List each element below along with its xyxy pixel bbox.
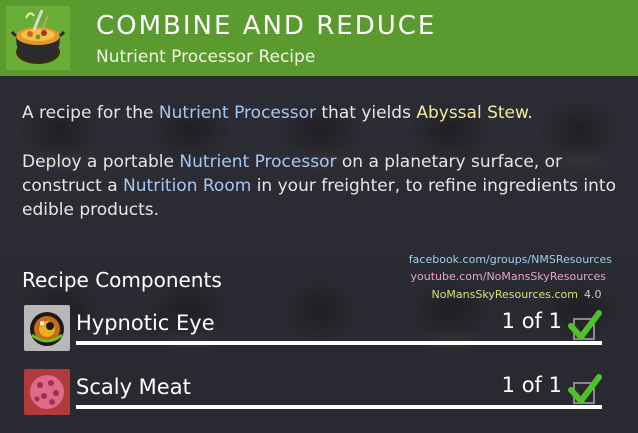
youtube-watermark: youtube.com/NoMansSkyResources <box>410 270 606 283</box>
page-subtitle: Nutrient Processor Recipe <box>96 47 316 67</box>
hypnotic-eye-icon <box>24 305 70 351</box>
version-label: 4.0 <box>584 288 602 301</box>
nutrition-room-link: Nutrition Room <box>123 176 252 196</box>
scaly-meat-icon <box>24 369 70 415</box>
recipe-components-heading: Recipe Components <box>22 268 222 292</box>
instructions-text: Deploy a portable <box>22 152 180 172</box>
deploy-instructions: Deploy a portable Nutrient Processor on … <box>22 150 622 222</box>
component-count: 1 of 1 <box>501 373 562 397</box>
page-title: COMBINE AND REDUCE <box>96 11 437 41</box>
checkmark-icon <box>568 310 602 340</box>
recipe-header: COMBINE AND REDUCE Nutrient Processor Re… <box>0 0 638 76</box>
nutrient-processor-link: Nutrient Processor <box>158 103 316 123</box>
component-divider <box>76 405 602 409</box>
checkmark-icon <box>568 374 602 404</box>
nutrient-processor-link: Nutrient Processor <box>179 152 337 172</box>
component-name: Hypnotic Eye <box>76 311 215 335</box>
recipe-description: A recipe for the Nutrient Processor that… <box>22 101 622 125</box>
description-text: A recipe for the <box>22 103 159 123</box>
description-text: . <box>527 103 533 123</box>
component-name: Scaly Meat <box>76 375 191 399</box>
facebook-watermark: facebook.com/groups/NMSResources <box>408 253 612 266</box>
site-watermark: NoMansSkyResources.com <box>431 288 578 301</box>
description-text: that yields <box>315 103 417 123</box>
cooking-pot-icon <box>10 9 66 64</box>
product-name: Abyssal Stew <box>416 103 528 123</box>
component-count: 1 of 1 <box>501 309 562 333</box>
component-divider <box>76 341 602 345</box>
